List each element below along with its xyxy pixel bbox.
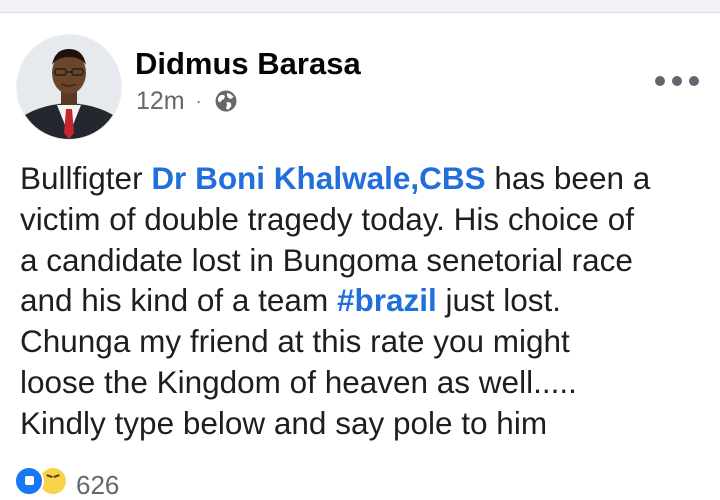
more-options-icon[interactable] <box>655 72 699 90</box>
post-line: victim of double tragedy today. His choi… <box>20 200 634 237</box>
more-dot <box>655 76 665 86</box>
meta-separator: · <box>195 90 202 111</box>
top-divider <box>0 0 720 13</box>
reactions-bar[interactable]: 626 <box>14 466 119 500</box>
globe-icon[interactable] <box>214 89 238 113</box>
author-name[interactable]: Didmus Barasa <box>135 44 361 84</box>
author-avatar[interactable] <box>17 35 121 139</box>
post-line: and his kind of a team #brazil just lost… <box>20 280 710 321</box>
avatar-portrait <box>17 35 121 139</box>
post-text-segment: and his kind of a team <box>20 282 337 319</box>
post-line: loose the Kingdom of heaven as well..... <box>20 363 577 400</box>
post-body: Bullfigter Dr Boni Khalwale,CBS has been… <box>20 158 710 444</box>
more-dot <box>689 76 699 86</box>
more-dot <box>672 76 682 86</box>
mention-link[interactable]: Dr Boni Khalwale,CBS <box>151 160 485 196</box>
post-text-segment: just lost. <box>436 282 562 319</box>
post-line: Chunga my friend at this rate you might <box>20 323 570 360</box>
post-meta: 12m · <box>136 86 238 116</box>
hashtag-link[interactable]: #brazil <box>337 282 437 318</box>
post-text-segment: Bullfigter <box>20 160 152 196</box>
post-timestamp[interactable]: 12m <box>136 87 185 116</box>
post-line: Kindly type below and say pole to him <box>20 404 548 441</box>
reaction-count[interactable]: 626 <box>76 470 119 500</box>
post-text-segment: has been a <box>485 160 651 196</box>
like-icon <box>14 466 44 496</box>
post-line: Bullfigter Dr Boni Khalwale,CBS has been… <box>20 158 710 199</box>
post-line: a candidate lost in Bungoma senetorial r… <box>20 241 633 278</box>
